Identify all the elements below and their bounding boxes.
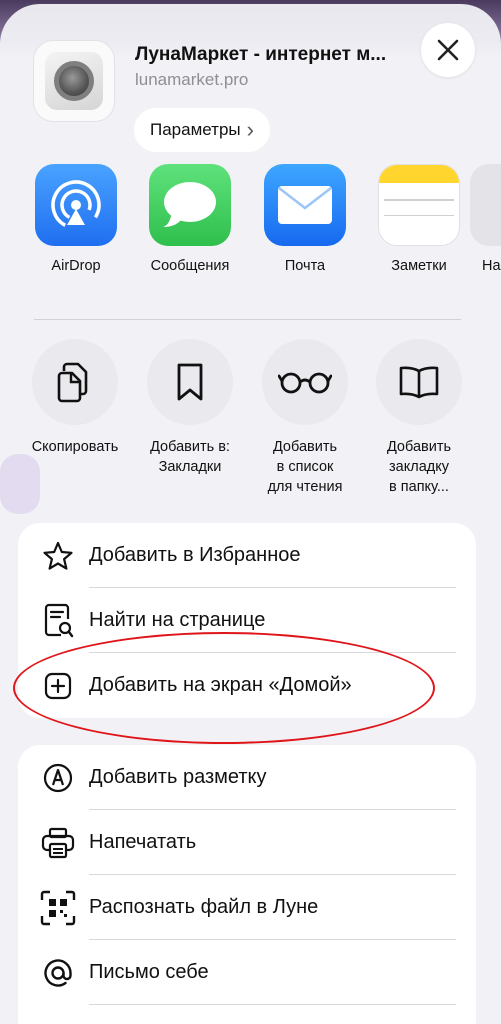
action-add-to-folder[interactable]: Добавить закладку в папку... [361, 339, 477, 497]
menu-add-markup[interactable]: Добавить разметку [18, 745, 476, 810]
mail-icon [264, 164, 346, 246]
app-mail[interactable]: Почта [250, 164, 360, 274]
book-icon [376, 339, 462, 425]
markup-icon [40, 760, 76, 796]
menu-label: Добавить разметку [89, 766, 267, 788]
add-square-icon [40, 668, 76, 704]
app-label: Почта [284, 258, 326, 274]
actions-row: Скопировать Добавить в: Закладки Добавит… [0, 339, 501, 509]
parameters-button[interactable]: Параметры › [134, 108, 270, 152]
menu-group-primary: Добавить в Избранное Найти на странице Д… [18, 523, 476, 718]
menu-add-favorites[interactable]: Добавить в Избранное [18, 523, 476, 588]
app-label: Заметки [391, 258, 447, 274]
notes-icon [378, 164, 460, 246]
action-label: Добавить закладку в папку... [386, 439, 452, 495]
divider [34, 319, 461, 320]
messages-icon [149, 164, 231, 246]
close-icon [437, 39, 459, 61]
action-reading-list[interactable]: Добавить в список для чтения [247, 339, 363, 497]
close-button[interactable] [421, 23, 475, 77]
menu-find-on-page[interactable]: Найти на странице [18, 588, 476, 653]
menu-label: Найти на странице [89, 609, 266, 631]
menu-recognize-file[interactable]: Распознать файл в Луне [18, 875, 476, 940]
bookmark-icon [147, 339, 233, 425]
parameters-label: Параметры [150, 120, 241, 139]
apps-row: AirDrop Сообщения Почта Заметки На [0, 164, 501, 294]
menu-email-self[interactable]: Письмо себе [18, 940, 476, 1005]
app-label: AirDrop [51, 258, 101, 274]
action-add-bookmark[interactable]: Добавить в: Закладки [132, 339, 248, 477]
site-title: ЛунаМаркет - интернет м... [135, 44, 387, 65]
menu-print[interactable]: Напечатать [18, 810, 476, 875]
action-label: Добавить в список для чтения [267, 439, 343, 495]
action-label: Добавить в: Закладки [150, 439, 230, 475]
more-app-icon [470, 164, 501, 246]
menu-group-secondary: Добавить разметку Напечатать Распознать … [18, 745, 476, 1024]
menu-label: Добавить на экран «Домой» [89, 674, 352, 696]
app-notes[interactable]: Заметки [364, 164, 474, 274]
copy-icon [32, 339, 118, 425]
at-icon [40, 955, 76, 991]
menu-label: Письмо себе [89, 961, 209, 983]
site-url: lunamarket.pro [135, 70, 249, 89]
menu-label: Добавить в Избранное [89, 544, 301, 566]
star-icon [40, 538, 76, 574]
partial-icon [40, 1020, 76, 1024]
app-airdrop[interactable]: AirDrop [21, 164, 131, 274]
washer-icon [45, 52, 103, 110]
app-more[interactable]: На [470, 164, 501, 274]
scan-icon [40, 890, 76, 926]
app-messages[interactable]: Сообщения [135, 164, 245, 274]
find-icon [40, 603, 76, 639]
menu-label: Напечатать [89, 831, 197, 853]
menu-label: Распознать файл в Луне [89, 896, 319, 918]
menu-next-item[interactable] [18, 1005, 476, 1024]
chevron-right-icon: › [246, 117, 254, 142]
share-header: ЛунаМаркет - интернет м... lunamarket.pr… [0, 4, 501, 164]
app-label: На [482, 258, 501, 274]
action-copy[interactable]: Скопировать [17, 339, 133, 457]
airdrop-icon [35, 164, 117, 246]
action-label: Скопировать [31, 439, 119, 455]
menu-add-to-home-screen[interactable]: Добавить на экран «Домой» [18, 653, 476, 718]
share-sheet: ЛунаМаркет - интернет м... lunamarket.pr… [0, 4, 501, 1024]
reading-list-icon [262, 339, 348, 425]
app-label: Сообщения [150, 258, 230, 274]
printer-icon [40, 825, 76, 861]
site-thumbnail [33, 40, 115, 122]
